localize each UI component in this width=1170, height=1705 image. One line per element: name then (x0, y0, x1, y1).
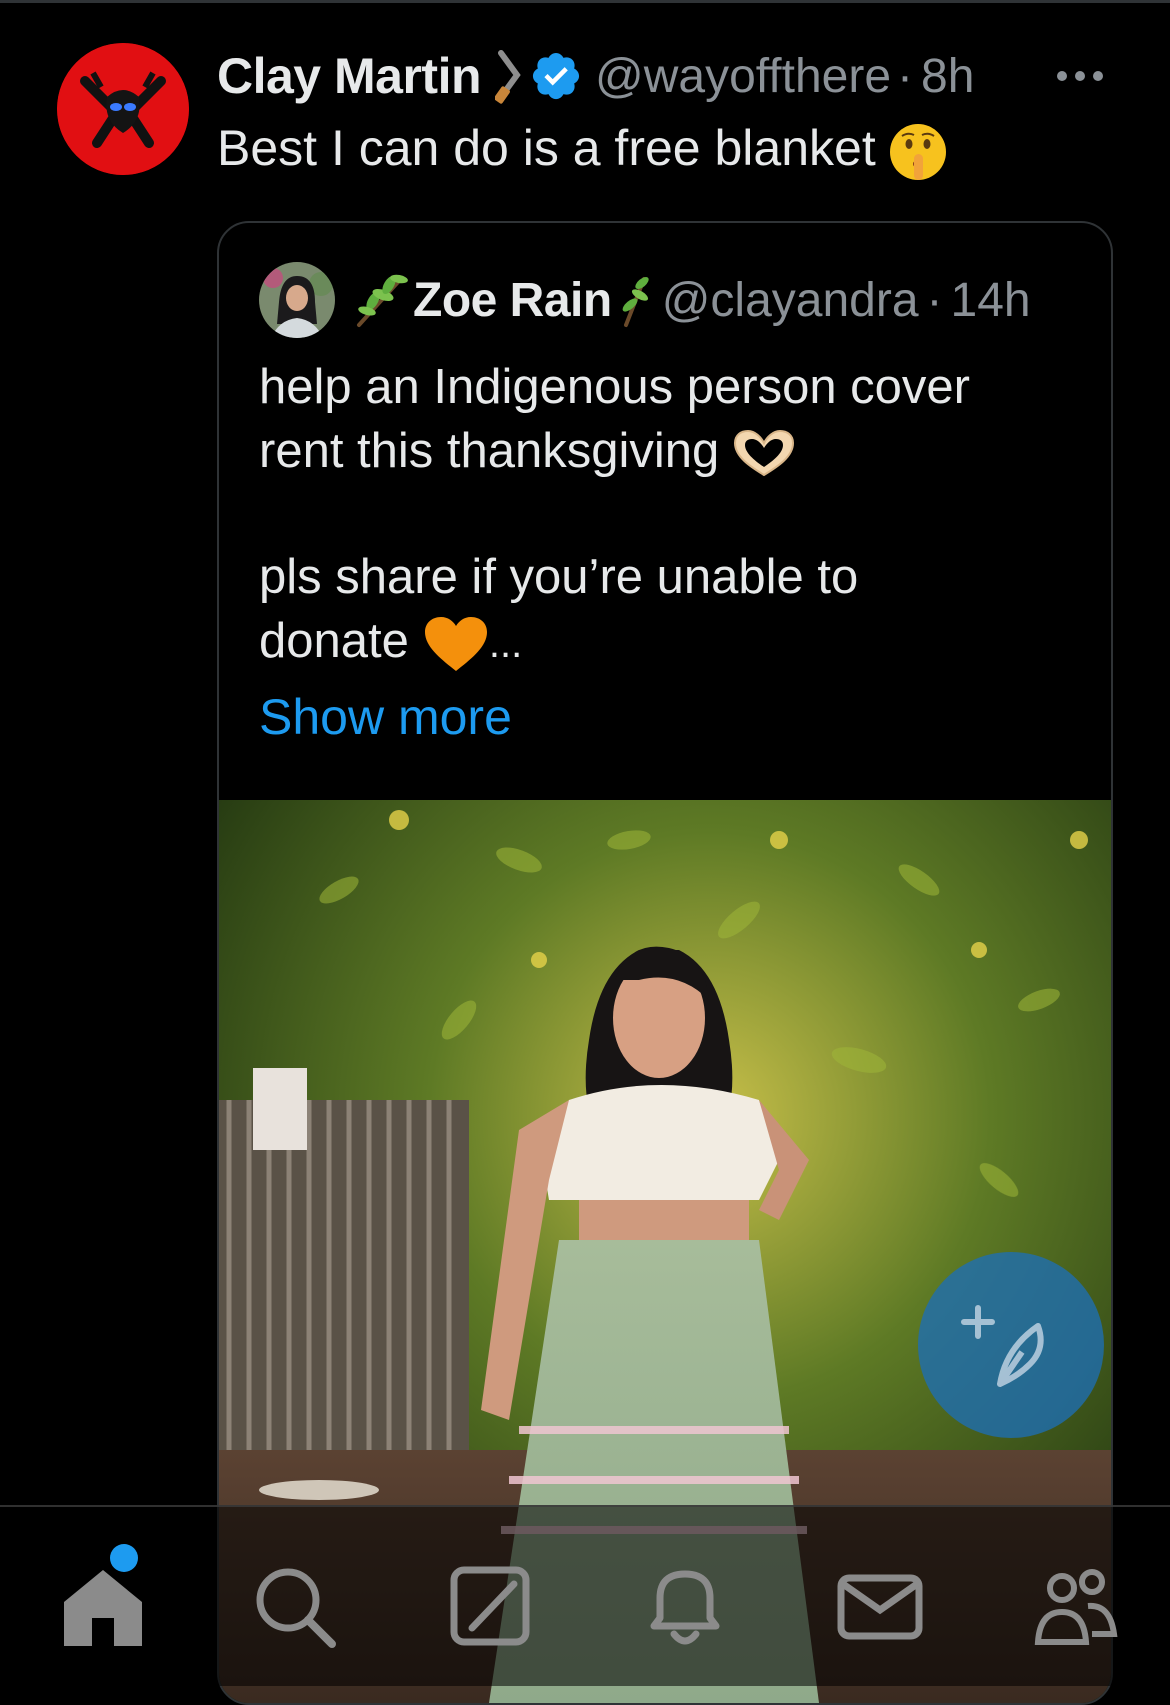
author-avatar[interactable] (57, 43, 189, 175)
separator-dot: · (897, 49, 913, 103)
communities-icon[interactable] (1030, 1562, 1120, 1652)
show-more-link[interactable]: Show more (259, 685, 512, 749)
quoted-tweet-header: Zoe Rain @clayandra · 14h (259, 262, 1031, 338)
author-handle[interactable]: @wayoffthere (595, 49, 891, 104)
verified-badge-icon[interactable] (529, 49, 583, 103)
quoted-author-handle[interactable]: @clayandra (662, 273, 919, 328)
quoted-text-line-2-content: rent this thanksgiving (259, 424, 720, 478)
home-new-posts-dot (110, 1544, 138, 1572)
sword-icon (494, 47, 523, 105)
quoted-text-line-4: donate ... (259, 609, 522, 676)
tweet-text-content: Best I can do is a free blanket (217, 120, 876, 176)
bottom-navigation-bar (0, 1505, 1170, 1686)
herb-icon (353, 271, 411, 329)
heart-hands-emoji (731, 429, 797, 479)
more-options-icon[interactable] (1055, 64, 1105, 88)
quoted-tweet-card[interactable]: Zoe Rain @clayandra · 14h help an Indige… (217, 221, 1113, 1705)
separator-dot: · (926, 273, 943, 327)
grok-icon[interactable] (448, 1562, 538, 1652)
shushing-face-emoji (888, 122, 948, 182)
compose-button[interactable] (918, 1252, 1104, 1438)
quoted-text-line-3: pls share if you’re unable to (259, 550, 859, 604)
quoted-author-name[interactable]: Zoe Rain (413, 273, 612, 328)
home-icon[interactable] (58, 1562, 148, 1652)
quoted-text-line-1: help an Indigenous person cover (259, 360, 971, 414)
tweet-header: Clay Martin @wayoffthere · 8h (217, 44, 1117, 108)
messages-icon[interactable] (835, 1562, 925, 1652)
herb-icon (618, 271, 654, 329)
quoted-text-line-2: rent this thanksgiving (259, 419, 797, 483)
author-name[interactable]: Clay Martin (217, 47, 482, 105)
top-divider (0, 0, 1170, 3)
search-icon[interactable] (250, 1562, 340, 1652)
tweet-time[interactable]: 8h (921, 49, 974, 104)
tweet-text: Best I can do is a free blanket (217, 116, 948, 182)
notifications-icon[interactable] (640, 1562, 730, 1652)
ellipsis: ... (488, 622, 523, 666)
quoted-text-line-4-content: donate (259, 614, 409, 668)
quoted-tweet-time[interactable]: 14h (951, 273, 1031, 328)
orange-heart-emoji (423, 615, 489, 673)
quoted-author-avatar[interactable] (259, 262, 335, 338)
